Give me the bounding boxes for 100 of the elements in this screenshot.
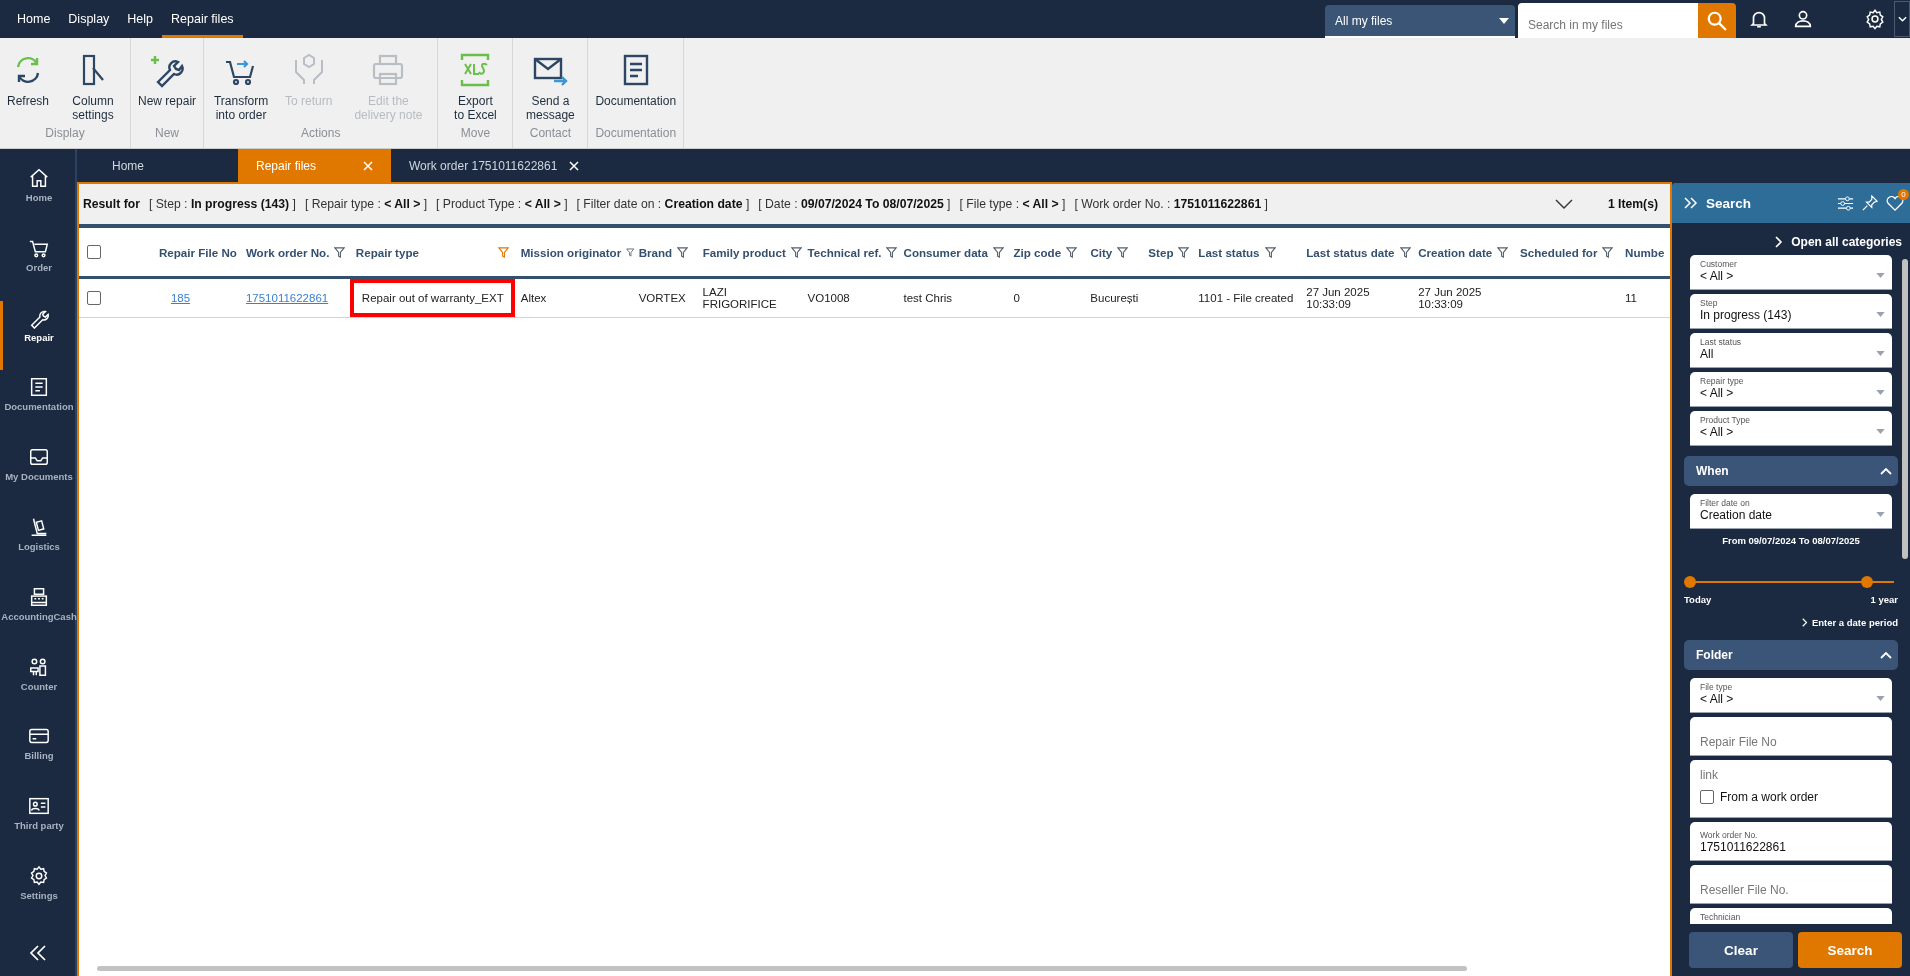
- filter-icon[interactable]: [1178, 246, 1190, 258]
- search-button[interactable]: [1698, 3, 1736, 38]
- filter-icon[interactable]: [497, 246, 509, 258]
- sidebar-item[interactable]: Billing: [0, 719, 75, 790]
- column-header[interactable]: Last status: [1198, 245, 1260, 259]
- scrollbar[interactable]: [1902, 259, 1908, 559]
- filter-icon[interactable]: [1264, 246, 1276, 258]
- column-header[interactable]: City: [1090, 245, 1113, 259]
- select-field[interactable]: Technician: [1690, 908, 1892, 924]
- sidebar-item[interactable]: Logistics: [0, 510, 75, 580]
- filter-icon[interactable]: [677, 246, 689, 258]
- column-header[interactable]: Consumer data: [903, 245, 988, 259]
- column-header[interactable]: Creation date: [1418, 245, 1493, 259]
- range-slider[interactable]: [1684, 576, 1894, 588]
- sidebar-item[interactable]: My Documents: [0, 440, 75, 510]
- checkbox-label[interactable]: From a work order: [1720, 790, 1819, 804]
- select-field[interactable]: Repair type < All >: [1690, 372, 1892, 407]
- sidebar-item[interactable]: Third party: [0, 789, 75, 859]
- select-field[interactable]: Customer < All >: [1690, 255, 1892, 290]
- ribbon-button[interactable]: Send a message: [515, 52, 586, 126]
- expand-button[interactable]: [1894, 1, 1910, 37]
- home-icon: [28, 167, 50, 189]
- chevron-right-icon[interactable]: [1684, 197, 1698, 209]
- input-field[interactable]: Repair File No: [1690, 717, 1892, 756]
- ribbon-button[interactable]: New repair: [133, 52, 202, 126]
- column-header[interactable]: Family product: [702, 245, 786, 259]
- filter-icon[interactable]: [1497, 246, 1509, 258]
- sidebar-item[interactable]: Settings: [0, 858, 75, 929]
- column-header[interactable]: Mission originator: [520, 245, 622, 259]
- section-header[interactable]: Folder: [1684, 640, 1898, 670]
- menu-tab[interactable]: Home: [8, 3, 60, 38]
- document-tab[interactable]: Home: [94, 149, 238, 182]
- document-tab[interactable]: Work order 1751011622861: [391, 149, 598, 182]
- menu-tab[interactable]: Display: [59, 3, 119, 38]
- collapse-icon[interactable]: [27, 942, 48, 963]
- ribbon-button[interactable]: Export to Excel: [440, 52, 511, 126]
- sidebar-item[interactable]: AccountingCash: [0, 579, 75, 650]
- filter-icon[interactable]: [1066, 246, 1078, 258]
- checkbox[interactable]: [1700, 790, 1714, 804]
- sliders-icon[interactable]: [1837, 194, 1854, 212]
- menu-tab[interactable]: Help: [118, 3, 163, 38]
- open-all-link[interactable]: Open all categories: [1767, 223, 1910, 255]
- checkbox[interactable]: [87, 245, 101, 259]
- sidebar-item[interactable]: Order: [0, 230, 75, 301]
- search-field[interactable]: Search in my files: [1518, 3, 1698, 38]
- scope-dropdown[interactable]: All my files: [1325, 5, 1515, 38]
- heart-icon[interactable]: [1886, 195, 1904, 211]
- column-header[interactable]: Step: [1148, 245, 1174, 259]
- sidebar-item[interactable]: Documentation: [0, 370, 75, 441]
- column-header[interactable]: Numbe: [1625, 245, 1665, 259]
- filter-icon[interactable]: [1117, 246, 1129, 258]
- ribbon-button[interactable]: Documentation: [590, 52, 682, 126]
- select-field[interactable]: Filter date on Creation date: [1690, 494, 1892, 529]
- filter-icon[interactable]: [1399, 246, 1411, 258]
- section-header[interactable]: When: [1684, 456, 1898, 486]
- input-field[interactable]: Work order No. 1751011622861: [1690, 822, 1892, 861]
- pin-icon[interactable]: [1862, 195, 1878, 211]
- column-header[interactable]: Scheduled for: [1520, 245, 1598, 259]
- chevron-down-icon: [1897, 16, 1907, 22]
- result-label: Result for: [83, 197, 140, 211]
- select-field[interactable]: File type < All >: [1690, 678, 1892, 713]
- date-period-link[interactable]: Enter a date period: [1684, 609, 1898, 630]
- filter-icon[interactable]: [886, 246, 898, 258]
- table-cell: 1101 - File created: [1198, 292, 1294, 304]
- ribbon-button[interactable]: Column settings: [58, 52, 129, 126]
- close-icon[interactable]: [569, 160, 580, 171]
- column-header[interactable]: Brand: [638, 245, 673, 259]
- column-header[interactable]: Last status date: [1306, 245, 1395, 259]
- clear-button[interactable]: Clear: [1689, 932, 1793, 968]
- ribbon-button[interactable]: Refresh: [2, 52, 55, 126]
- filter-icon[interactable]: [626, 246, 635, 258]
- chevron-right-icon: [1775, 236, 1784, 248]
- sidebar-item[interactable]: Home: [0, 161, 75, 231]
- table-link[interactable]: 1751011622861: [245, 292, 329, 304]
- input-field[interactable]: Reseller File No.: [1690, 865, 1892, 904]
- chevron-down-icon[interactable]: [1554, 199, 1573, 209]
- filter-criterion: [ File type : < All > ]: [959, 197, 1066, 211]
- column-header[interactable]: Repair File No: [158, 245, 237, 259]
- table-link[interactable]: 185: [170, 292, 191, 304]
- filter-icon[interactable]: [1602, 246, 1614, 258]
- column-header[interactable]: Technical ref.: [807, 245, 882, 259]
- sidebar-item[interactable]: Counter: [0, 649, 75, 720]
- select-field[interactable]: Product Type < All >: [1690, 411, 1892, 446]
- filter-icon[interactable]: [992, 246, 1004, 258]
- scrollbar[interactable]: [97, 966, 1467, 971]
- filter-icon[interactable]: [790, 246, 802, 258]
- filter-icon[interactable]: [334, 246, 346, 258]
- select-field[interactable]: Step In progress (143): [1690, 294, 1892, 329]
- table-cell: VO1008: [807, 292, 850, 304]
- ribbon-button[interactable]: Transform into order: [206, 52, 277, 126]
- select-field[interactable]: Last status All: [1690, 333, 1892, 368]
- settings-icon[interactable]: [1864, 8, 1886, 30]
- column-header[interactable]: Repair type: [355, 245, 419, 259]
- search-icon: [1706, 9, 1728, 32]
- item-count: 1 Item(s): [1607, 197, 1658, 211]
- user-icon[interactable]: [1792, 8, 1814, 30]
- panel-title: Search: [1706, 195, 1753, 211]
- checkbox[interactable]: [87, 291, 101, 305]
- column-header[interactable]: Zip code: [1013, 245, 1062, 259]
- column-header[interactable]: Work order No.: [245, 245, 330, 259]
